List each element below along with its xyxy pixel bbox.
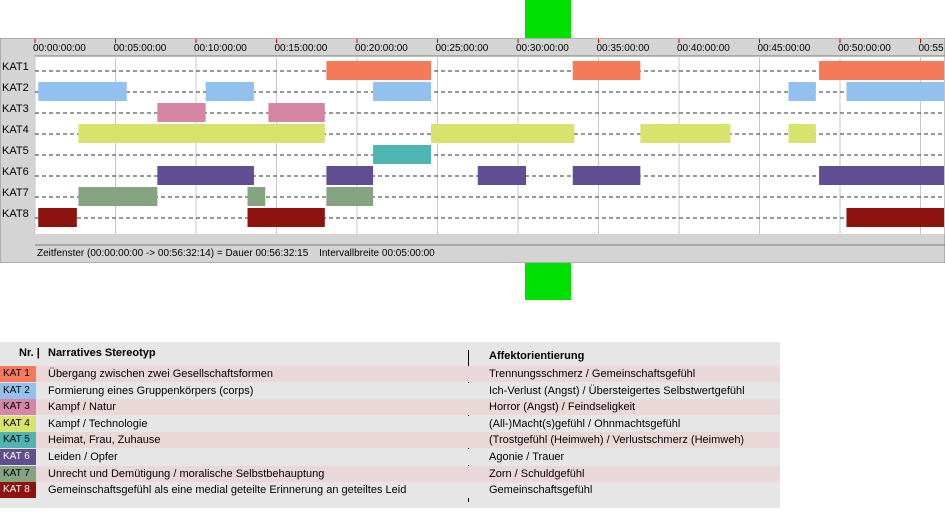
affekt-text: Gemeinschaftsgefühl — [489, 484, 593, 497]
category-badge: KAT 3 — [0, 399, 36, 416]
segment-bar-kat1 — [572, 61, 641, 80]
legend-row: KAT 1 Übergang zwischen zwei Gesellschaft… — [0, 366, 780, 382]
affekt-text: (All-)Macht(s)gefühl / Ohnmachtsgefühl — [489, 417, 681, 430]
tick-label: 00:55 — [919, 43, 944, 54]
tick-label: 00:25:00:00 — [436, 43, 489, 54]
category-badge: KAT 8 — [0, 482, 36, 499]
category-label: KAT8 — [2, 208, 29, 220]
category-label: KAT4 — [2, 124, 29, 136]
segment-bar-kat2 — [205, 82, 254, 101]
timeline-chart: 00:00:00:00 00:05:00:00 00:10:00:00 00:15:0… — [0, 38, 945, 263]
stereotyp-text: Leiden / Opfer — [48, 451, 118, 463]
stereotyp-text: Gemeinschaftsgefühl als eine medial gete… — [48, 484, 407, 497]
affekt-text: Zorn / Schuldgefühl — [489, 467, 585, 480]
segment-bar-kat2 — [373, 82, 432, 101]
segment-bar-kat2 — [788, 82, 816, 101]
category-label: KAT2 — [2, 82, 29, 94]
legend-row: KAT 5 Heimat, Frau, Zuhause (Trostgefühl (… — [0, 432, 780, 449]
stereotyp-text: Heimat, Frau, Zuhause — [48, 434, 161, 447]
legend-row: KAT 7 Unrecht und Demütigung / moralische… — [0, 465, 780, 482]
category-badge: KAT 4 — [0, 415, 36, 432]
category-badge: KAT 6 — [0, 449, 36, 465]
category-label: KAT6 — [2, 166, 29, 178]
segment-bar-kat1 — [819, 61, 944, 80]
category-badge: KAT 2 — [0, 382, 36, 399]
segment-bar-kat4 — [431, 124, 575, 143]
green-marker-bottom — [525, 263, 571, 300]
category-label: KAT3 — [2, 103, 29, 115]
legend-header-nr: Nr. | — [19, 347, 40, 359]
interval-width-text: Intervallbreite 00:05:00:00 — [319, 248, 435, 259]
segment-bar-kat3 — [157, 103, 206, 122]
segment-bar-kat4 — [788, 124, 816, 143]
segment-bar-kat4 — [78, 124, 325, 143]
stereotyp-text: Kampf / Natur — [48, 401, 116, 414]
legend-row: KAT 4 Kampf / Technologie (All-)Macht(s)ge… — [0, 415, 780, 432]
affekt-text: Agonie / Trauer — [489, 451, 565, 463]
segment-bar-kat6 — [819, 166, 944, 185]
affekt-text: Horror (Angst) / Feindseligkeit — [489, 401, 636, 414]
stereotyp-text: Kampf / Technologie — [48, 417, 148, 430]
stereotyp-text: Formierung eines Gruppenkörpers (corps) — [48, 384, 254, 397]
segment-bar-kat8 — [38, 208, 77, 227]
green-marker-top — [525, 0, 571, 38]
stereotyp-text: Übergang zwischen zwei Gesellschaftsform… — [48, 368, 273, 380]
tick-label: 00:10:00:00 — [194, 43, 247, 54]
category-label: KAT1 — [2, 61, 29, 73]
category-badge: KAT 1 — [0, 366, 36, 382]
segment-bar-kat8 — [846, 208, 944, 227]
tick-label: 00:05:00:00 — [114, 43, 167, 54]
category-badge: KAT 5 — [0, 432, 36, 449]
tick-label: 00:40:00:00 — [677, 43, 730, 54]
tick-label: 00:50:00:00 — [838, 43, 891, 54]
legend-row: KAT 6 Leiden / Opfer Agonie / Trauer — [0, 449, 780, 465]
segment-bar-kat7 — [247, 187, 266, 206]
tick-label: 00:30:00:00 — [516, 43, 569, 54]
affekt-text: Ich-Verlust (Angst) / Übersteigertes Sel… — [489, 384, 745, 397]
status-bar: Zeitfenster (00:00:00:00 -> 00:56:32:14)… — [35, 246, 945, 262]
segment-bar-kat1 — [326, 61, 432, 80]
legend-header-affekt: Affektorientierung — [489, 350, 585, 362]
tick-label: 00:45:00:00 — [758, 43, 811, 54]
legend-header-stereotyp: Narratives Stereotyp — [48, 347, 156, 359]
segment-bar-kat6 — [572, 166, 641, 185]
segment-bar-kat7 — [78, 187, 158, 206]
timeline-panel: 00:00:00:00 00:05:00:00 00:10:00:00 00:15:0… — [0, 38, 945, 263]
affekt-text: Trennungsschmerz / Gemeinschaftsgefühl — [489, 368, 696, 380]
legend-row: KAT 8 Gemeinschaftsgefühl als eine medial… — [0, 482, 780, 499]
segment-bar-kat7 — [326, 187, 374, 206]
tick-label: 00:20:00:00 — [355, 43, 408, 54]
segment-bar-kat3 — [268, 103, 325, 122]
segment-bar-kat6 — [477, 166, 527, 185]
segment-bar-kat2 — [846, 82, 944, 101]
segment-bar-kat6 — [157, 166, 254, 185]
segment-bar-kat8 — [247, 208, 325, 227]
tick-label: 00:35:00:00 — [597, 43, 650, 54]
legend-row: KAT 2 Formierung eines Gruppenkörpers (co… — [0, 382, 780, 399]
category-legend: Nr. | Narratives Stereotyp Affektorienti… — [0, 342, 780, 508]
segment-bar-kat4 — [640, 124, 731, 143]
category-label: KAT7 — [2, 187, 29, 199]
affekt-text: (Trostgefühl (Heimweh) / Verlustschmerz … — [489, 434, 745, 447]
tick-label: 00:15:00:00 — [275, 43, 328, 54]
category-label: KAT5 — [2, 145, 29, 157]
segment-bar-kat6 — [326, 166, 374, 185]
segment-bar-kat2 — [38, 82, 127, 101]
legend-row: KAT 3 Kampf / Natur Horror (Angst) / Feind… — [0, 399, 780, 416]
stereotyp-text: Unrecht und Demütigung / moralische Selb… — [48, 467, 325, 480]
tick-label: 00:00:00:00 — [33, 43, 86, 54]
time-window-text: Zeitfenster (00:00:00:00 -> 00:56:32:14)… — [37, 248, 309, 259]
segment-bar-kat5 — [373, 145, 432, 164]
category-badge: KAT 7 — [0, 465, 36, 482]
